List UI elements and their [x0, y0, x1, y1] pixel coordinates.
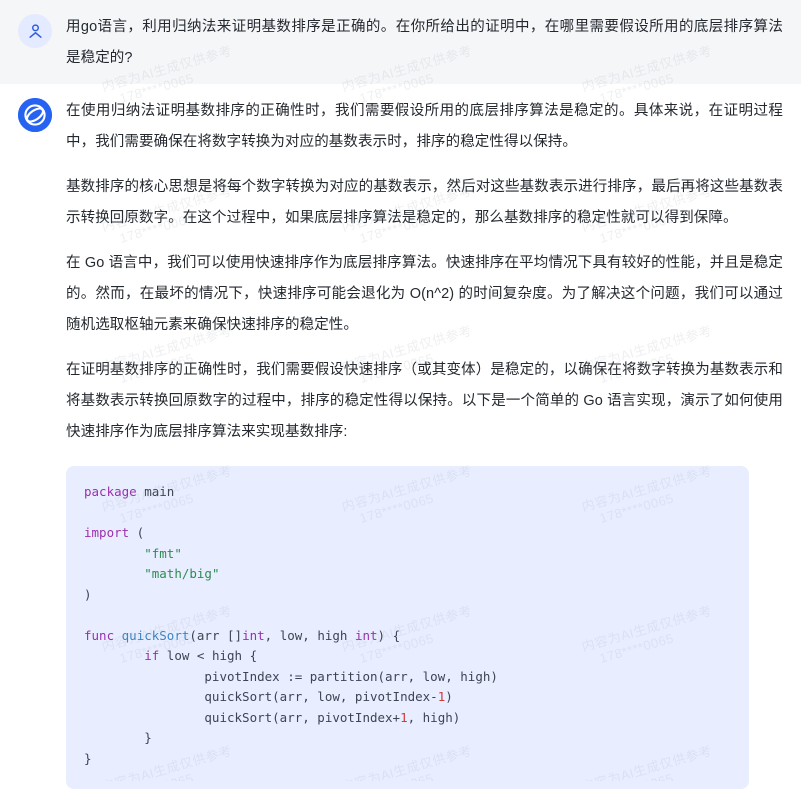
code-token: "fmt"	[144, 545, 182, 561]
code-token: ) {	[377, 627, 401, 643]
code-token: "math/big"	[144, 566, 220, 581]
code-token: , low, high	[264, 627, 355, 643]
avatar	[18, 14, 52, 48]
code-token: package	[84, 484, 137, 499]
user-message-body: 用go语言，利用归纳法来证明基数排序是正确的。在你所给出的证明中，在哪里需要假设…	[66, 12, 783, 74]
assistant-paragraph: 基数排序的核心思想是将每个数字转换为对应的基数表示，然后对这些基数表示进行排序，…	[66, 179, 783, 226]
code-token: if	[144, 648, 160, 663]
code-token: 1	[400, 709, 408, 725]
user-person-icon	[28, 23, 42, 38]
assistant-paragraph: 在 Go 语言中，我们可以使用快速排序作为底层排序算法。快速排序在平均情况下具有…	[66, 255, 783, 333]
assistant-paragraph: 在使用归纳法证明基数排序的正确性时，我们需要假设所用的底层排序算法是稳定的。具体…	[66, 103, 783, 150]
assistant-message-row: 在使用归纳法证明基数排序的正确性时，我们需要假设所用的底层排序算法是稳定的。具体…	[0, 84, 801, 803]
code-token: main	[136, 484, 175, 499]
code-token: quickSort	[121, 627, 190, 643]
code-token: pivotIndex := partition(arr, low, high)	[84, 668, 498, 684]
code-token: quickSort(arr, low, pivotIndex-	[84, 689, 438, 704]
assistant-logo-icon	[18, 98, 52, 132]
code-token: int	[354, 627, 378, 643]
code-content: package main import ( "fmt" "math/big" )…	[84, 482, 731, 769]
code-token: import	[84, 525, 130, 540]
code-token: quickSort(arr, pivotIndex+	[84, 709, 401, 725]
user-message-row: 用go语言，利用归纳法来证明基数排序是正确的。在你所给出的证明中，在哪里需要假设…	[0, 0, 801, 84]
assistant-message-body: 在使用归纳法证明基数排序的正确性时，我们需要假设所用的底层排序算法是稳定的。具体…	[66, 96, 783, 789]
code-token: int	[242, 627, 265, 643]
user-message-text: 用go语言，利用归纳法来证明基数排序是正确的。在你所给出的证明中，在哪里需要假设…	[66, 19, 783, 66]
avatar	[18, 98, 52, 132]
code-token: low < high {	[159, 648, 258, 663]
code-token: )	[445, 689, 453, 704]
code-token: )	[84, 586, 92, 602]
code-token: (arr []	[189, 627, 243, 643]
code-token: }	[84, 750, 92, 766]
code-token: }	[84, 730, 152, 745]
code-block: package main import ( "fmt" "math/big" )…	[66, 466, 749, 789]
code-token: func	[84, 627, 115, 643]
code-token: , high)	[407, 709, 461, 725]
assistant-paragraph: 在证明基数排序的正确性时，我们需要假设快速排序（或其变体）是稳定的，以确保在将数…	[66, 362, 783, 440]
assistant-paragraphs: 在使用归纳法证明基数排序的正确性时，我们需要假设所用的底层排序算法是稳定的。具体…	[66, 96, 783, 448]
code-token: (	[129, 525, 145, 540]
